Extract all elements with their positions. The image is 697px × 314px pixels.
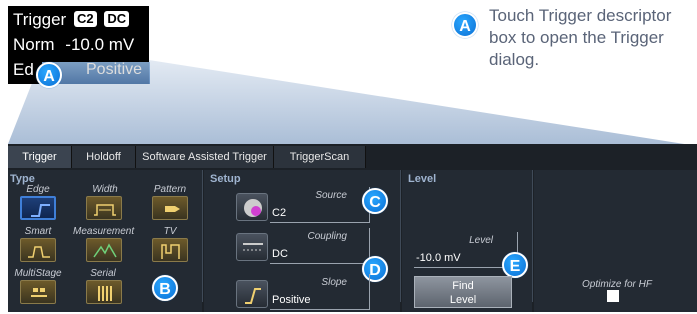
edge-icon xyxy=(31,204,50,217)
coupling-button[interactable] xyxy=(236,233,268,261)
descriptor-mode: Norm xyxy=(13,35,55,54)
source-chip: C2 xyxy=(73,11,97,27)
tab-bar: Trigger Holdoff Software Assisted Trigge… xyxy=(8,146,697,168)
find-level-line1: Find xyxy=(452,280,474,292)
slope-icon xyxy=(245,288,261,304)
slope-field[interactable]: Slope Positive xyxy=(270,274,370,310)
smart-type-button[interactable] xyxy=(20,238,56,262)
type-setup-divider xyxy=(202,170,203,302)
coupling-chip: DC xyxy=(104,11,130,27)
probe-icon xyxy=(244,199,262,217)
callout-c-badge: C xyxy=(362,188,388,214)
width-icon xyxy=(94,204,116,216)
instruction-note: Touch Trigger descriptor box to open the… xyxy=(489,6,672,69)
multistage-type-button[interactable] xyxy=(20,280,56,304)
slope-label: Slope xyxy=(321,277,347,288)
trigger-descriptor-box[interactable]: Trigger C2 DC Norm -10.0 mV Ed Positive xyxy=(8,6,150,84)
level-section-title: Level xyxy=(408,173,437,185)
source-value: C2 xyxy=(272,207,287,219)
serial-type-button[interactable] xyxy=(86,280,122,304)
find-level-button[interactable]: Find Level xyxy=(414,276,512,308)
type-label-serial: Serial xyxy=(90,268,116,279)
level-label: Level xyxy=(469,235,493,246)
slope-value: Positive xyxy=(272,294,311,306)
edge-type-button[interactable] xyxy=(20,196,56,220)
callout-a-badge: A xyxy=(36,62,62,88)
tab-triggerscan[interactable]: TriggerScan xyxy=(274,146,366,168)
level-hf-divider xyxy=(532,170,533,302)
measurement-icon xyxy=(93,243,117,258)
coupling-label: Coupling xyxy=(307,231,347,242)
coupling-icon xyxy=(243,243,263,251)
descriptor-title-row: Trigger C2 DC xyxy=(13,10,130,30)
type-label-pattern: Pattern xyxy=(153,184,187,195)
tab-holdoff[interactable]: Holdoff xyxy=(72,146,136,168)
slope-button[interactable] xyxy=(236,280,268,308)
callout-a-legend-badge: A xyxy=(452,12,478,38)
descriptor-title: Trigger xyxy=(13,10,67,29)
find-level-line2: Level xyxy=(449,294,477,306)
type-label-width: Width xyxy=(92,184,118,195)
pattern-icon xyxy=(165,206,180,212)
callout-b-badge: B xyxy=(152,275,178,301)
level-value: -10.0 mV xyxy=(416,252,461,264)
measurement-type-button[interactable] xyxy=(86,238,122,262)
descriptor-type: Ed xyxy=(13,60,34,79)
tv-type-button[interactable] xyxy=(152,238,188,262)
setup-section-title: Setup xyxy=(210,173,241,185)
descriptor-level: -10.0 mV xyxy=(65,35,135,54)
type-label-measurement: Measurement xyxy=(73,226,135,237)
setup-level-divider xyxy=(400,170,401,302)
callout-e-badge: E xyxy=(502,252,528,278)
optimize-hf-label: Optimize for HF xyxy=(581,279,652,290)
type-label-edge: Edge xyxy=(26,184,50,195)
type-label-smart: Smart xyxy=(24,226,52,237)
tab-software-assisted-trigger[interactable]: Software Assisted Trigger xyxy=(136,146,274,168)
optimize-hf-checkbox[interactable] xyxy=(607,290,619,302)
source-label: Source xyxy=(315,190,347,201)
type-label-multistage: MultiStage xyxy=(14,268,62,279)
descriptor-mode-row: Norm -10.0 mV xyxy=(13,35,134,55)
coupling-value: DC xyxy=(272,248,288,260)
type-label-tv: TV xyxy=(163,226,177,237)
source-field[interactable]: Source C2 xyxy=(270,187,370,223)
coupling-field[interactable]: Coupling DC xyxy=(270,228,370,264)
serial-icon xyxy=(98,286,112,301)
multistage-icon xyxy=(31,288,47,297)
tab-trigger[interactable]: Trigger xyxy=(8,146,72,168)
pattern-type-button[interactable] xyxy=(152,196,188,220)
descriptor-slope: Positive xyxy=(86,61,143,78)
source-button[interactable] xyxy=(236,193,268,221)
smart-icon xyxy=(28,246,50,258)
tv-icon xyxy=(161,244,180,259)
width-type-button[interactable] xyxy=(86,196,122,220)
